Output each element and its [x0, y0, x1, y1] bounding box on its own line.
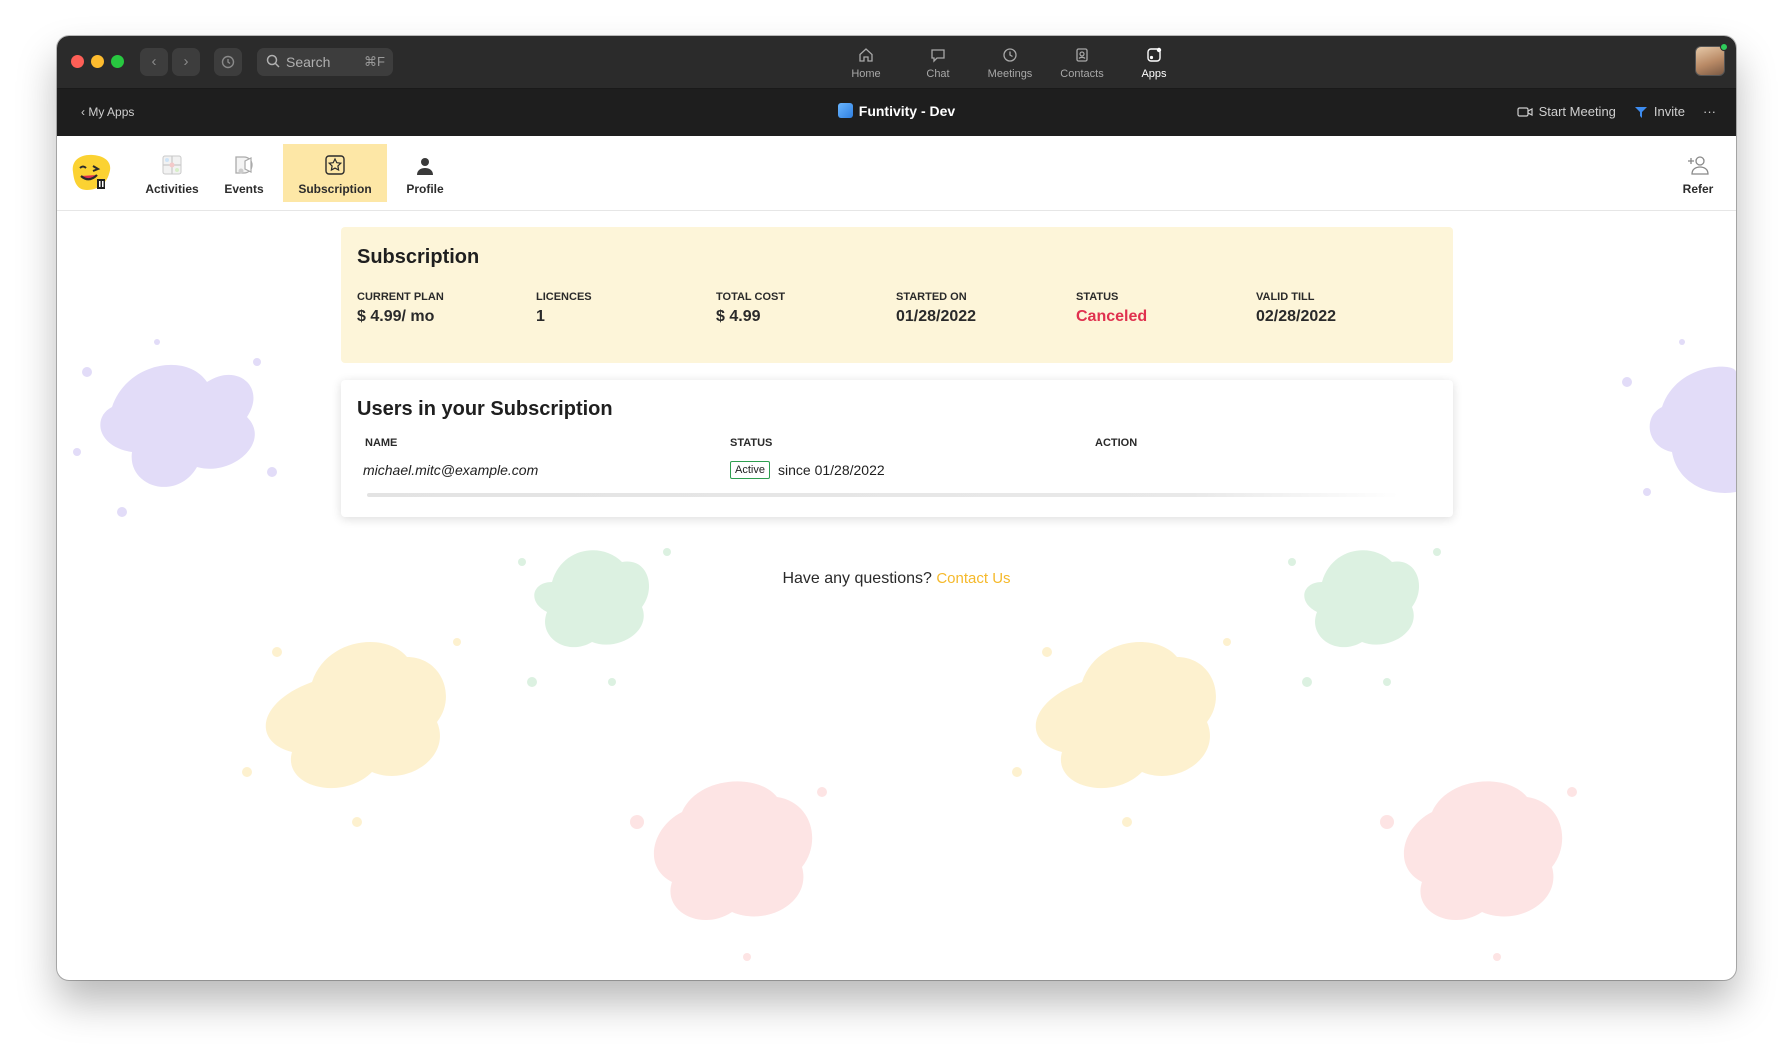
more-options-button[interactable]: ··· — [1703, 104, 1716, 119]
field-value: 1 — [536, 308, 545, 325]
contact-us-link[interactable]: Contact Us — [936, 570, 1010, 587]
field-label: STARTED ON — [896, 291, 967, 303]
app-window: ‹ › Search ⌘F Home Chat Meetings Contact… — [57, 36, 1736, 980]
app-header: ‹ My Apps Funtivity - Dev Start Meeting … — [57, 89, 1736, 136]
app-title-text: Funtivity - Dev — [858, 103, 956, 119]
tab-events-label: Events — [224, 182, 264, 196]
apps-icon — [1147, 47, 1162, 62]
help-text: Have any questions? Contact Us — [57, 570, 1736, 588]
close-window-button[interactable] — [71, 55, 84, 68]
nav-apps[interactable]: Apps — [1118, 46, 1190, 80]
presence-indicator — [1720, 43, 1728, 51]
user-email: michael.mitc@example.com — [363, 462, 539, 478]
help-question: Have any questions? — [782, 570, 932, 587]
search-input[interactable]: Search ⌘F — [257, 48, 393, 76]
star-icon — [325, 155, 345, 175]
search-shortcut: ⌘F — [364, 54, 385, 69]
column-header-status: STATUS — [730, 437, 773, 449]
nav-apps-label: Apps — [1141, 68, 1167, 80]
search-placeholder: Search — [286, 54, 331, 70]
nav-chat-label: Chat — [926, 68, 950, 80]
main-content: Subscription CURRENT PLAN $ 4.99/ mo LIC… — [57, 212, 1736, 980]
refer-icon — [1688, 156, 1709, 175]
minimize-window-button[interactable] — [91, 55, 104, 68]
maximize-window-button[interactable] — [111, 55, 124, 68]
column-header-name: NAME — [365, 437, 398, 449]
avatar[interactable] — [1695, 46, 1725, 76]
field-licences: LICENCES 1 — [536, 291, 706, 326]
tab-subscription-label: Subscription — [298, 182, 372, 196]
invite-icon — [1634, 106, 1647, 118]
tab-activities[interactable]: Activities — [137, 144, 207, 202]
field-label: LICENCES — [536, 291, 592, 303]
person-icon — [417, 158, 433, 175]
start-meeting-button[interactable]: Start Meeting — [1516, 104, 1616, 119]
nav-home-label: Home — [851, 68, 881, 80]
video-camera-icon — [1516, 106, 1533, 117]
user-status-badge: Active — [730, 461, 770, 479]
puzzle-icon — [162, 155, 182, 175]
nav-meetings-label: Meetings — [987, 68, 1033, 80]
forward-button[interactable]: › — [172, 48, 200, 76]
field-label: CURRENT PLAN — [357, 291, 444, 303]
tab-subscription[interactable]: Subscription — [283, 144, 387, 202]
home-icon — [859, 48, 873, 62]
field-label: STATUS — [1076, 291, 1119, 303]
subscription-card: Subscription CURRENT PLAN $ 4.99/ mo LIC… — [341, 227, 1453, 363]
field-started-on: STARTED ON 01/28/2022 — [896, 291, 1066, 326]
nav-contacts-label: Contacts — [1060, 68, 1104, 80]
app-toolbar: Activities Events Subscription Profile R… — [57, 136, 1736, 211]
horizontal-scrollbar[interactable] — [367, 493, 1399, 497]
invite-button[interactable]: Invite — [1634, 104, 1685, 119]
chat-icon — [931, 49, 945, 63]
app-header-actions: Start Meeting Invite ··· — [1499, 104, 1716, 119]
more-icon: ··· — [1703, 104, 1716, 119]
users-card: Users in your Subscription NAME STATUS A… — [341, 380, 1453, 517]
app-title: Funtivity - Dev — [57, 103, 1736, 119]
nav-contacts[interactable]: Contacts — [1046, 46, 1118, 80]
invite-label: Invite — [1653, 104, 1685, 119]
history-button[interactable] — [214, 48, 242, 76]
nav-chat[interactable]: Chat — [902, 46, 974, 80]
search-icon — [266, 54, 280, 68]
field-label: VALID TILL — [1256, 291, 1315, 303]
field-value: $ 4.99/ mo — [357, 308, 435, 325]
history-icon — [221, 55, 235, 69]
events-icon — [235, 156, 253, 174]
field-total-cost: TOTAL COST $ 4.99 — [716, 291, 886, 326]
users-title: Users in your Subscription — [357, 398, 613, 420]
subscription-title: Subscription — [357, 246, 480, 268]
field-value: 02/28/2022 — [1256, 308, 1337, 325]
app-logo — [69, 152, 113, 194]
title-bar: ‹ › Search ⌘F Home Chat Meetings Contact… — [57, 36, 1736, 89]
top-navigation: Home Chat Meetings Contacts Apps — [830, 46, 1190, 80]
nav-meetings[interactable]: Meetings — [974, 46, 1046, 80]
field-value: $ 4.99 — [716, 308, 761, 325]
app-icon — [837, 103, 853, 118]
start-meeting-label: Start Meeting — [1538, 104, 1616, 119]
field-current-plan: CURRENT PLAN $ 4.99/ mo — [357, 291, 527, 326]
tab-events[interactable]: Events — [214, 144, 274, 202]
column-header-action: ACTION — [1095, 437, 1138, 449]
status-badge: Canceled — [1076, 308, 1148, 325]
field-label: TOTAL COST — [716, 291, 786, 303]
field-status: STATUS Canceled — [1076, 291, 1246, 326]
refer-button[interactable]: Refer — [1670, 144, 1726, 202]
nav-home[interactable]: Home — [830, 46, 902, 80]
contacts-icon — [1076, 48, 1088, 62]
field-value: 01/28/2022 — [896, 308, 977, 325]
clock-icon — [1003, 48, 1017, 62]
tab-activities-label: Activities — [145, 182, 199, 196]
user-status-since: since 01/28/2022 — [778, 462, 885, 478]
refer-label: Refer — [1682, 182, 1714, 196]
tab-profile[interactable]: Profile — [395, 144, 455, 202]
back-button[interactable]: ‹ — [140, 48, 168, 76]
tab-profile-label: Profile — [406, 182, 444, 196]
field-valid-till: VALID TILL 02/28/2022 — [1256, 291, 1426, 326]
